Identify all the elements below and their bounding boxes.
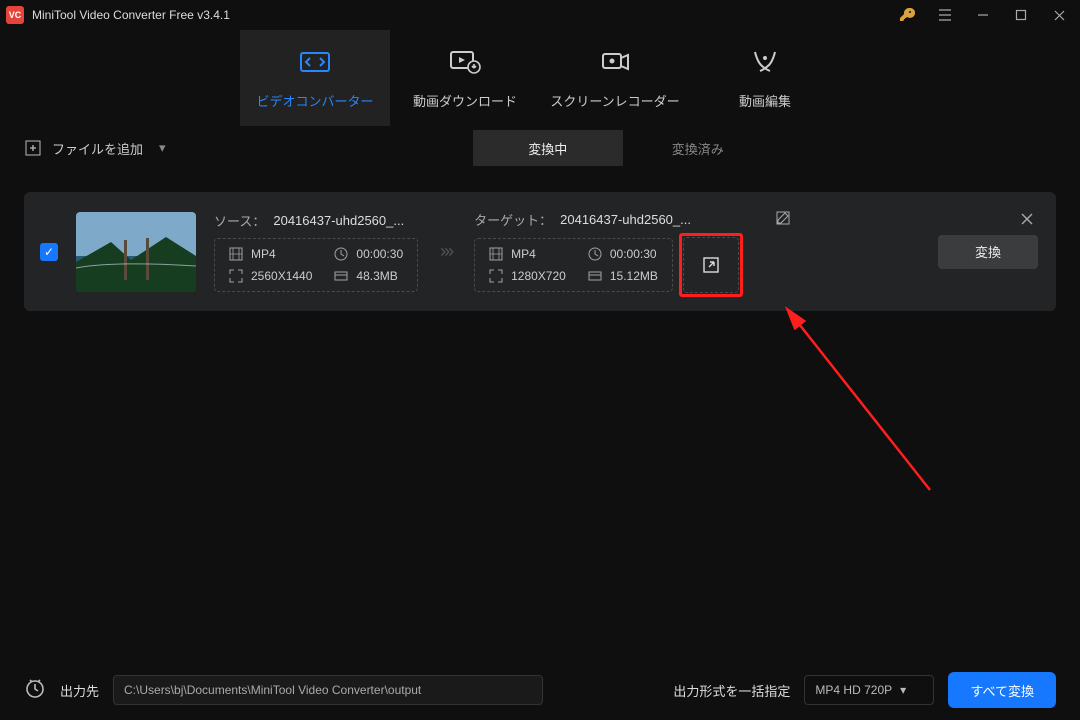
nav-tab-converter[interactable]: ビデオコンバーター [240,30,390,126]
nav-tab-recorder[interactable]: スクリーンレコーダー [540,30,690,126]
converter-icon [298,47,332,77]
target-metadata: MP4 00:00:30 1280X720 15.12MB [474,238,673,292]
tgt-duration: 00:00:30 [610,247,657,261]
app-logo: VC [6,6,24,24]
toolbar: ファイルを追加 ▾ 変換中 変換済み [0,126,1080,170]
format-value: MP4 HD 720P [815,683,892,697]
recorder-icon [598,47,632,77]
status-tabs: 変換中 変換済み [473,130,773,166]
download-icon [448,47,482,77]
menu-icon[interactable] [926,0,964,30]
nav-tab-editor[interactable]: 動画編集 [690,30,840,126]
editor-icon [750,47,780,77]
nav-label: ビデオコンバーター [256,91,373,110]
target-column: ターゲット： 20416437-uhd2560_... MP4 00:00:30… [474,210,739,293]
maximize-button[interactable] [1002,0,1040,30]
size-icon [588,269,602,283]
target-settings-button[interactable] [683,237,739,293]
output-label: 出力先 [60,681,99,700]
main-nav: ビデオコンバーター 動画ダウンロード スクリーンレコーダー 動画編集 [0,30,1080,126]
tgt-resolution: 1280X720 [511,269,566,283]
size-icon [334,269,348,283]
footer: 出力先 出力形式を一括指定 MP4 HD 720P ▾ すべて変換 [0,660,1080,720]
film-icon [489,247,503,261]
nav-tab-download[interactable]: 動画ダウンロード [390,30,540,126]
resolution-icon [229,269,243,283]
source-label: ソース： [214,211,265,230]
close-button[interactable] [1040,0,1078,30]
minimize-button[interactable] [964,0,1002,30]
clock-icon [334,247,348,261]
src-size: 48.3MB [356,269,397,283]
convert-all-button[interactable]: すべて変換 [948,672,1056,708]
resolution-icon [489,269,503,283]
arrow-icon: ››› [436,241,456,262]
src-resolution: 2560X1440 [251,269,312,283]
expand-icon [701,255,721,275]
chevron-down-icon: ▾ [900,683,906,697]
clock-icon [588,247,602,261]
add-file-label: ファイルを追加 [52,139,143,158]
job-checkbox[interactable]: ✓ [40,243,58,261]
tab-done[interactable]: 変換済み [623,130,773,166]
source-filename: 20416437-uhd2560_... [273,213,404,228]
convert-button[interactable]: 変換 [938,235,1038,269]
schedule-icon[interactable] [24,677,46,704]
titlebar: VC MiniTool Video Converter Free v3.4.1 [0,0,1080,30]
app-title: MiniTool Video Converter Free v3.4.1 [32,8,230,22]
edit-target-button[interactable] [775,210,791,231]
nav-label: 動画編集 [739,91,791,110]
format-select[interactable]: MP4 HD 720P ▾ [804,675,934,705]
source-metadata: MP4 00:00:30 2560X1440 48.3MB [214,238,418,292]
film-icon [229,247,243,261]
format-label: 出力形式を一括指定 [673,681,790,700]
src-duration: 00:00:30 [356,247,403,261]
remove-job-button[interactable] [1018,210,1036,228]
tgt-size: 15.12MB [610,269,658,283]
output-path-input[interactable] [113,675,543,705]
tgt-format: MP4 [511,247,536,261]
job-row: ✓ ソース： 20416437-uhd2560_... MP4 00:00:30… [24,192,1056,311]
nav-label: 動画ダウンロード [413,91,517,110]
nav-label: スクリーンレコーダー [550,91,679,110]
chevron-down-icon: ▾ [159,140,166,156]
add-file-button[interactable]: ファイルを追加 ▾ [24,139,166,158]
job-list: ✓ ソース： 20416437-uhd2560_... MP4 00:00:30… [0,170,1080,655]
add-file-icon [24,139,42,157]
titlebar-controls [888,0,1078,30]
titlebar-left: VC MiniTool Video Converter Free v3.4.1 [6,6,230,24]
tab-converting[interactable]: 変換中 [473,130,623,166]
src-format: MP4 [251,247,276,261]
key-icon[interactable] [888,0,926,30]
source-column: ソース： 20416437-uhd2560_... MP4 00:00:30 2… [214,211,418,292]
target-filename: 20416437-uhd2560_... [560,212,691,227]
job-thumbnail[interactable] [76,212,196,292]
target-label: ターゲット： [474,210,552,229]
